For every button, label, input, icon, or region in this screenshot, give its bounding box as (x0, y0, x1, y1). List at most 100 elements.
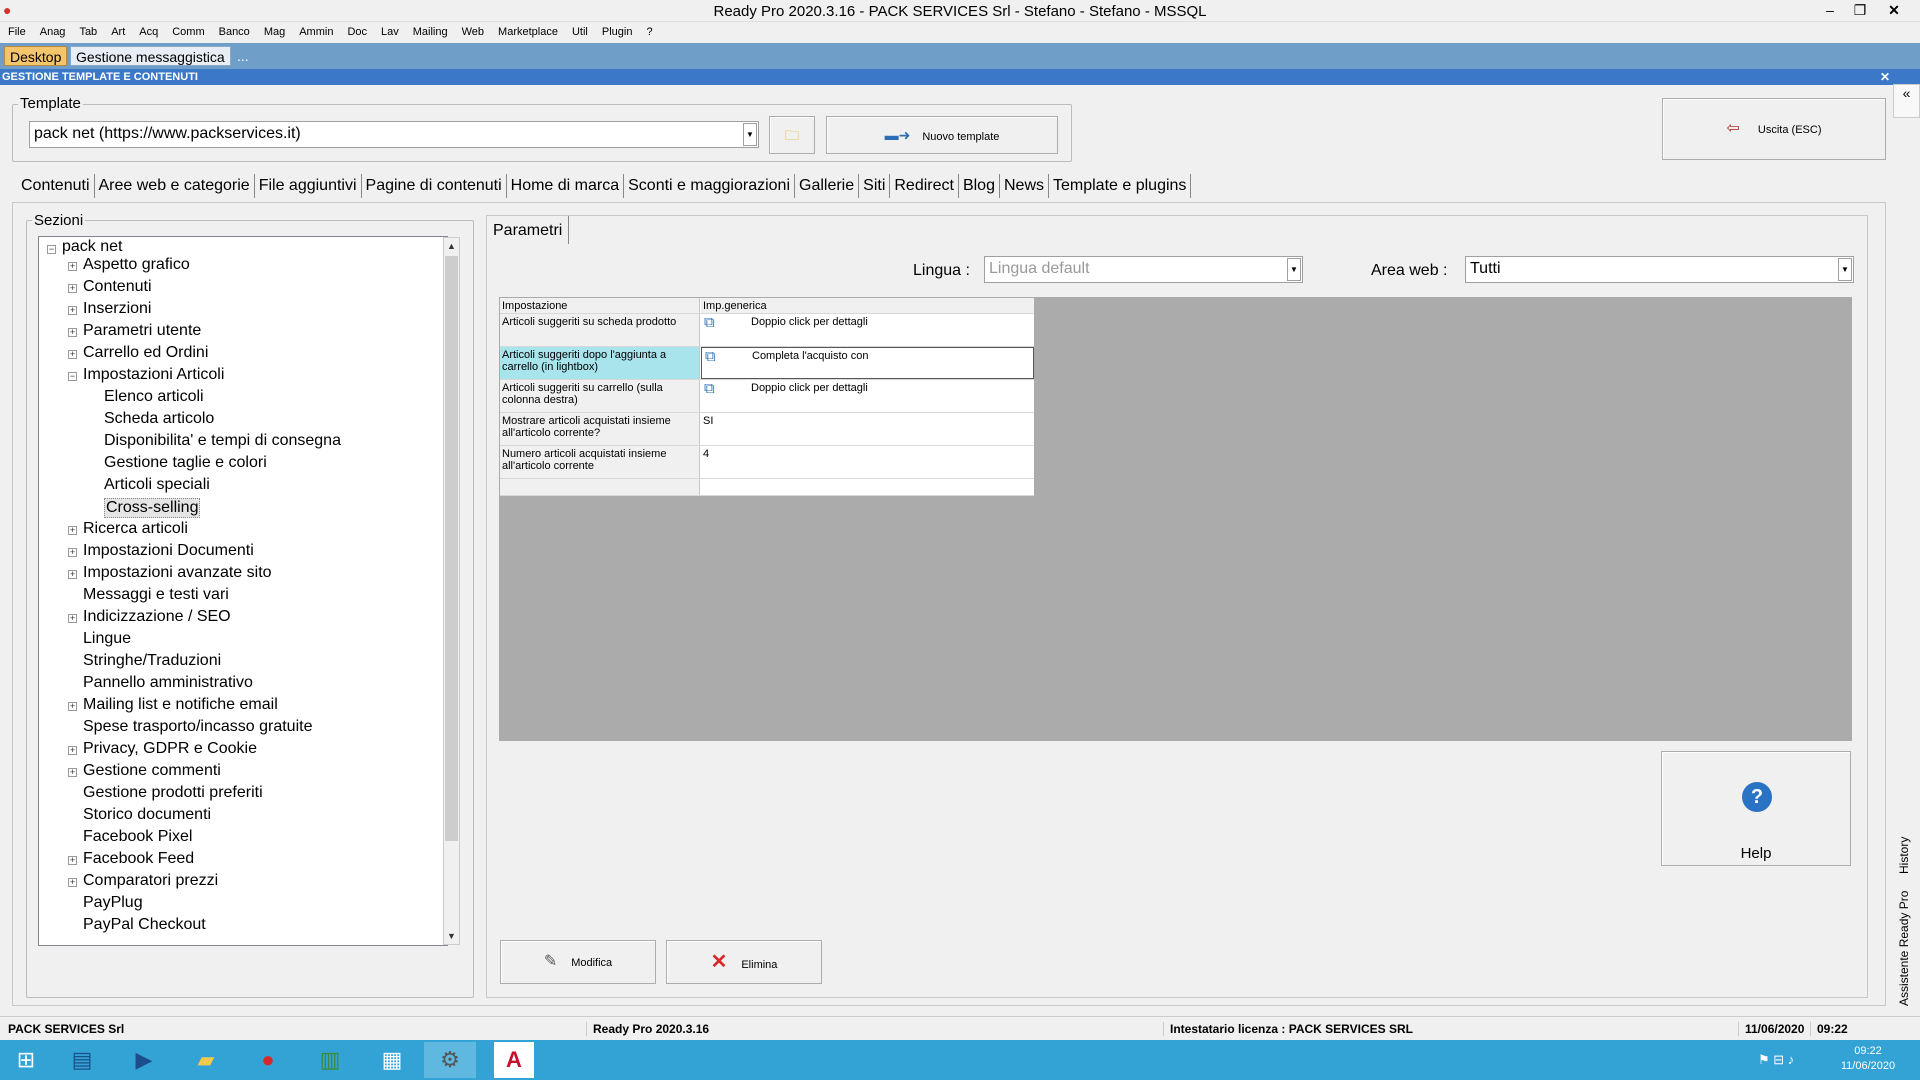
section-tab[interactable]: Home di marca (508, 174, 625, 198)
history-tab[interactable]: History (1894, 828, 1920, 878)
powershell-icon[interactable]: ▶ (118, 1042, 170, 1078)
menu-item[interactable]: Mailing (405, 22, 454, 38)
grid-row[interactable]: Mostrare articoli acquistati insieme all… (500, 413, 1034, 446)
tree-expand-icon[interactable]: + (68, 614, 77, 623)
tree-item[interactable]: PayPal Checkout (83, 916, 206, 934)
params-grid[interactable]: Impostazione Imp.generica Articoli sugge… (500, 298, 1034, 496)
tree-item[interactable]: Mailing list e notifiche email (83, 696, 278, 714)
modifica-button[interactable]: ✎ Modifica (500, 940, 656, 984)
tree-item[interactable]: Pannello amministrativo (83, 674, 253, 692)
tree-expand-icon[interactable]: + (68, 856, 77, 865)
tree-item[interactable]: Impostazioni avanzate sito (83, 564, 272, 582)
chevron-down-icon[interactable]: ▼ (1287, 258, 1301, 281)
scroll-up-icon[interactable]: ▲ (444, 238, 459, 254)
grid-cell-value[interactable]: ⧉ Doppio click per dettagli (701, 380, 1034, 412)
menu-item[interactable]: Mag (256, 22, 291, 38)
lingua-select[interactable]: Lingua default ▼ (984, 256, 1303, 283)
section-tab[interactable]: Pagine di contenuti (363, 174, 507, 198)
tree-item[interactable]: PayPlug (83, 894, 143, 912)
start-windows-icon[interactable]: ⊞ (0, 1042, 52, 1078)
tree-item[interactable]: Messaggi e testi vari (83, 586, 229, 604)
close-form-icon[interactable]: ✕ (1880, 69, 1890, 85)
grid-row[interactable]: Articoli suggeriti dopo l'aggiunta a car… (500, 347, 1034, 380)
tree-item[interactable]: Disponibilita' e tempi di consegna (104, 432, 341, 450)
tree-expand-icon[interactable]: + (68, 284, 77, 293)
menu-item[interactable]: Acq (131, 22, 164, 38)
tree-item[interactable]: Impostazioni Articoli (83, 366, 224, 384)
grid-row[interactable]: Articoli suggeriti su carrello (sulla co… (500, 380, 1034, 413)
template-select[interactable]: pack net (https://www.packservices.it) ▼ (29, 121, 759, 148)
menu-item[interactable]: Marketplace (490, 22, 564, 38)
tree-item[interactable]: Gestione taglie e colori (104, 454, 267, 472)
detail-link-icon[interactable]: ⧉ (704, 381, 715, 396)
tree-item[interactable]: Stringhe/Traduzioni (83, 652, 221, 670)
tree-item[interactable]: Impostazioni Documenti (83, 542, 254, 560)
chevron-down-icon[interactable]: ▼ (1838, 258, 1852, 281)
tray-icons[interactable]: ⚑ ⊟ ♪ (1758, 1052, 1794, 1068)
restore-button[interactable]: ❐ (1846, 0, 1874, 20)
detail-link-icon[interactable]: ⧉ (704, 315, 715, 330)
tree-expand-icon[interactable]: + (68, 768, 77, 777)
report-icon[interactable]: ▥ (304, 1042, 356, 1078)
grid-empty-row[interactable] (500, 479, 1034, 496)
tree-item[interactable]: Articoli speciali (104, 476, 210, 494)
section-tab[interactable]: Aree web e categorie (96, 174, 255, 198)
scroll-down-icon[interactable]: ▼ (444, 928, 459, 944)
menu-item[interactable]: Web (454, 22, 490, 38)
tab-gestione-messaggistica[interactable]: Gestione messaggistica (70, 46, 231, 66)
menu-item[interactable]: Ammin (291, 22, 339, 38)
tree-item[interactable]: Comparatori prezzi (83, 872, 218, 890)
sections-tree[interactable]: − pack net + Aspetto grafico + Contenuti + In… (38, 236, 448, 946)
tab-parametri[interactable]: Parametri (487, 216, 569, 244)
tree-expand-icon[interactable]: + (68, 878, 77, 887)
tree-item[interactable]: Scheda articolo (104, 410, 214, 428)
section-tab[interactable]: Siti (860, 174, 891, 198)
tree-item[interactable]: Parametri utente (83, 322, 201, 340)
section-tab[interactable]: Template e plugins (1050, 174, 1192, 198)
section-tab[interactable]: File aggiuntivi (256, 174, 362, 198)
tree-item[interactable]: Lingue (83, 630, 131, 648)
tree-expand-icon[interactable]: + (68, 306, 77, 315)
menu-item[interactable]: Banco (211, 22, 256, 38)
settings-gear-icon[interactable]: ⚙ (424, 1042, 476, 1078)
tree-expand-icon[interactable]: + (68, 350, 77, 359)
detail-link-icon[interactable]: ⧉ (705, 349, 716, 364)
open-folder-button[interactable]: 🗀 (769, 116, 815, 154)
minimize-button[interactable]: – (1816, 0, 1844, 20)
section-tab[interactable]: Blog (960, 174, 1000, 198)
tree-expand-icon[interactable]: + (68, 328, 77, 337)
tree-collapse-icon[interactable]: − (47, 245, 56, 254)
tree-expand-icon[interactable]: + (68, 262, 77, 271)
section-tab[interactable]: Contenuti (18, 174, 95, 198)
menu-item[interactable]: Plugin (594, 22, 639, 38)
elimina-button[interactable]: ✕ Elimina (666, 940, 822, 984)
grid-cell-value[interactable]: 4 (701, 446, 1034, 478)
tree-item[interactable]: Facebook Feed (83, 850, 194, 868)
collapse-panel-button[interactable]: « (1893, 84, 1920, 118)
menu-item[interactable]: Doc (339, 22, 373, 38)
tree-item[interactable]: Gestione commenti (83, 762, 221, 780)
tree-item[interactable]: Aspetto grafico (83, 256, 190, 274)
tree-item[interactable]: Gestione prodotti preferiti (83, 784, 263, 802)
window-icon[interactable]: ▦ (366, 1042, 418, 1078)
tree-expand-icon[interactable]: + (68, 570, 77, 579)
tree-collapse-icon[interactable]: − (68, 372, 77, 381)
tab-desktop[interactable]: Desktop (4, 46, 68, 66)
pdf-reader-icon[interactable]: A (494, 1042, 534, 1078)
chevron-down-icon[interactable]: ▼ (743, 123, 757, 146)
tree-item[interactable]: Elenco articoli (104, 388, 204, 406)
close-window-button[interactable]: ✕ (1880, 0, 1908, 20)
exit-button[interactable]: ⇦ Uscita (ESC) (1662, 98, 1886, 160)
file-explorer-icon[interactable]: ▰ (180, 1042, 232, 1078)
tab-more[interactable]: ... (232, 46, 254, 66)
assistente-tab[interactable]: Assistente Ready Pro (1894, 880, 1920, 1010)
section-tab[interactable]: Gallerie (796, 174, 860, 198)
grid-row[interactable]: Numero articoli acquistati insieme all'a… (500, 446, 1034, 479)
area-web-select[interactable]: Tutti ▼ (1465, 256, 1854, 283)
grid-cell-value[interactable]: ⧉ Doppio click per dettagli (701, 314, 1034, 346)
new-template-button[interactable]: ▬➜ Nuovo template (826, 116, 1058, 154)
menu-item[interactable]: Lav (373, 22, 405, 38)
tree-item[interactable]: Ricerca articoli (83, 520, 188, 538)
tree-expand-icon[interactable]: + (68, 746, 77, 755)
help-button[interactable]: ? Help (1661, 751, 1851, 866)
